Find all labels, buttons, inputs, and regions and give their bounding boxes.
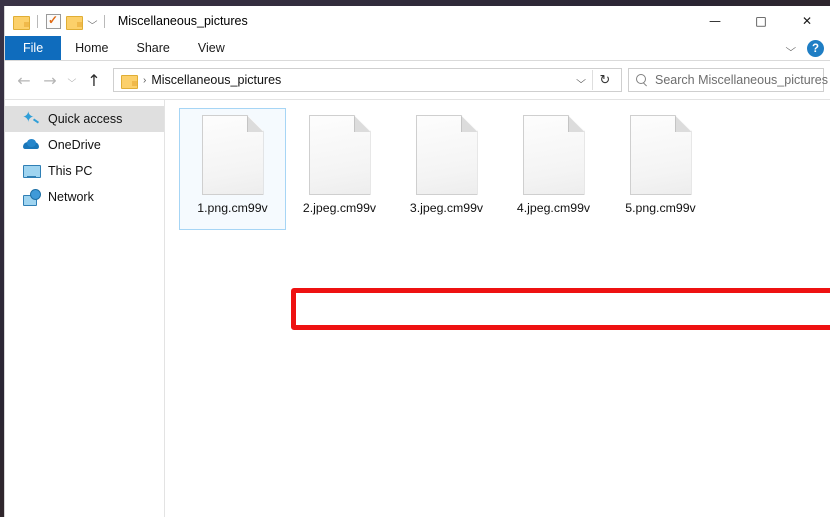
- chevron-down-icon[interactable]: ⌵: [567, 69, 596, 91]
- window-controls: — □ ✕: [692, 6, 830, 36]
- file-explorer-window: ⌵ Miscellaneous_pictures — □ ✕ File Home…: [4, 6, 830, 517]
- forward-button[interactable]: →: [37, 67, 63, 93]
- file-name-label: 4.jpeg.cm99v: [516, 201, 591, 215]
- toolbar-separator: [37, 14, 38, 28]
- generic-file-icon: [629, 115, 692, 195]
- sidebar-item-network[interactable]: Network: [5, 184, 164, 210]
- list-item[interactable]: 3.jpeg.cm99v: [393, 108, 500, 230]
- window-body: Quick access OneDrive This PC Network: [5, 99, 830, 517]
- file-name-label: 5.png.cm99v: [625, 201, 696, 215]
- navigation-pane: Quick access OneDrive This PC Network: [5, 100, 165, 517]
- new-folder-icon[interactable]: [66, 15, 83, 30]
- ribbon-tabs: File Home Share View ⌵ ?: [5, 36, 830, 61]
- address-bar[interactable]: › Miscellaneous_pictures ⌵ ↻: [113, 68, 622, 92]
- file-name-label: 2.jpeg.cm99v: [302, 201, 377, 215]
- ribbon-right-controls: ⌵ ?: [786, 36, 824, 61]
- sidebar-item-onedrive[interactable]: OneDrive: [5, 132, 164, 158]
- toolbar-separator-2: [103, 14, 105, 28]
- search-icon: [635, 73, 649, 87]
- sidebar-item-label: Network: [48, 190, 94, 204]
- refresh-icon[interactable]: ↻: [593, 69, 617, 91]
- tab-share[interactable]: Share: [123, 36, 184, 60]
- list-item[interactable]: 5.png.cm99v: [607, 108, 714, 230]
- search-box[interactable]: Search Miscellaneous_pictures: [628, 68, 828, 92]
- help-icon[interactable]: ?: [807, 40, 824, 57]
- close-button[interactable]: ✕: [784, 6, 830, 36]
- network-icon: [23, 188, 41, 206]
- breadcrumb[interactable]: Miscellaneous_pictures: [151, 73, 281, 87]
- cloud-icon: [23, 137, 40, 154]
- chevron-down-icon[interactable]: ⌵: [87, 16, 97, 26]
- pin-icon: [22, 108, 40, 128]
- breadcrumb-separator[interactable]: ›: [143, 75, 146, 86]
- annotation-rectangle: [291, 288, 830, 330]
- generic-file-icon: [522, 115, 585, 195]
- quick-access-toolbar: ⌵: [5, 13, 108, 30]
- list-item[interactable]: 1.png.cm99v: [179, 108, 286, 230]
- sidebar-item-quick-access[interactable]: Quick access: [5, 106, 164, 132]
- tab-file[interactable]: File: [5, 36, 62, 60]
- generic-file-icon: [201, 115, 264, 195]
- search-input[interactable]: Search Miscellaneous_pictures: [655, 73, 828, 87]
- list-item[interactable]: 2.jpeg.cm99v: [286, 108, 393, 230]
- monitor-icon: [23, 163, 41, 180]
- file-list-pane[interactable]: 1.png.cm99v 2.jpeg.cm99v 3.jpeg.cm99v 4.…: [165, 100, 830, 517]
- back-button[interactable]: ←: [11, 67, 37, 93]
- file-name-label: 3.jpeg.cm99v: [409, 201, 484, 215]
- tab-home[interactable]: Home: [61, 36, 122, 60]
- folder-icon[interactable]: [13, 15, 30, 30]
- navigation-toolbar: ← → ⌵ ↑ › Miscellaneous_pictures ⌵ ↻ Sea…: [5, 61, 830, 99]
- sidebar-item-label: Quick access: [48, 112, 123, 126]
- recent-locations-icon[interactable]: ⌵: [60, 67, 83, 93]
- up-button[interactable]: ↑: [81, 67, 107, 93]
- maximize-button[interactable]: □: [738, 6, 784, 36]
- file-name-label: 1.png.cm99v: [197, 201, 268, 215]
- window-title: Miscellaneous_pictures: [117, 14, 248, 28]
- list-item[interactable]: 4.jpeg.cm99v: [500, 108, 607, 230]
- generic-file-icon: [308, 115, 371, 195]
- address-bar-controls: ⌵ ↻: [570, 69, 617, 91]
- generic-file-icon: [415, 115, 478, 195]
- file-grid: 1.png.cm99v 2.jpeg.cm99v 3.jpeg.cm99v 4.…: [179, 108, 830, 230]
- title-bar: ⌵ Miscellaneous_pictures — □ ✕: [5, 6, 830, 36]
- minimize-button[interactable]: —: [692, 6, 738, 36]
- properties-icon[interactable]: [46, 13, 61, 29]
- folder-icon: [121, 74, 138, 89]
- sidebar-item-label: OneDrive: [48, 138, 101, 152]
- sidebar-item-this-pc[interactable]: This PC: [5, 158, 164, 184]
- tab-view[interactable]: View: [184, 36, 239, 60]
- chevron-down-icon[interactable]: ⌵: [786, 43, 797, 54]
- sidebar-item-label: This PC: [48, 164, 93, 178]
